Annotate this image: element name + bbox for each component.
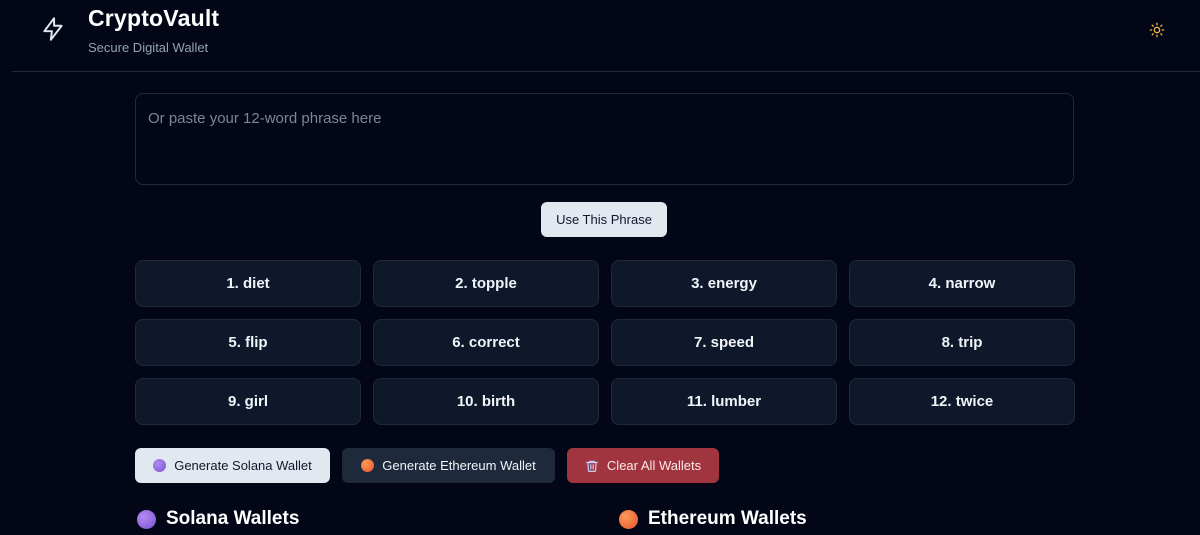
solana-wallets-heading: Solana Wallets [137, 508, 299, 530]
mnemonic-word: 10. birth [373, 378, 599, 425]
mnemonic-phrase-input[interactable] [135, 93, 1074, 185]
generate-ethereum-label: Generate Ethereum Wallet [382, 458, 536, 473]
app-subtitle: Secure Digital Wallet [88, 40, 209, 55]
mnemonic-word: 2. topple [373, 260, 599, 307]
mnemonic-word: 3. energy [611, 260, 837, 307]
mnemonic-word: 12. twice [849, 378, 1075, 425]
mnemonic-word: 5. flip [135, 319, 361, 366]
clear-all-wallets-button[interactable]: Clear All Wallets [567, 448, 719, 483]
sun-icon [1149, 22, 1165, 38]
theme-toggle-button[interactable] [1146, 19, 1168, 41]
app-title: CryptoVault [88, 5, 220, 31]
mnemonic-word: 4. narrow [849, 260, 1075, 307]
header-divider [12, 71, 1200, 72]
mnemonic-word: 8. trip [849, 319, 1075, 366]
use-phrase-button[interactable]: Use This Phrase [541, 202, 667, 237]
solana-icon [153, 459, 167, 472]
ethereum-icon [361, 459, 375, 472]
ethereum-wallets-heading: Ethereum Wallets [619, 508, 807, 530]
mnemonic-word: 11. lumber [611, 378, 837, 425]
solana-icon [137, 509, 156, 529]
lightning-bolt-icon [43, 17, 63, 41]
generate-solana-wallet-button[interactable]: Generate Solana Wallet [135, 448, 330, 483]
mnemonic-word: 7. speed [611, 319, 837, 366]
trash-icon [586, 460, 598, 472]
clear-all-label: Clear All Wallets [606, 458, 702, 473]
generate-solana-label: Generate Solana Wallet [174, 458, 312, 473]
ethereum-wallets-title: Ethereum Wallets [648, 508, 807, 529]
wallet-actions: Generate Solana Wallet Generate Ethereum… [135, 448, 719, 483]
generate-ethereum-wallet-button[interactable]: Generate Ethereum Wallet [342, 448, 555, 483]
ethereum-icon [619, 509, 638, 529]
solana-wallets-title: Solana Wallets [166, 508, 300, 529]
mnemonic-word: 1. diet [135, 260, 361, 307]
app-header: CryptoVault Secure Digital Wallet [0, 0, 1200, 72]
mnemonic-word-grid: 1. diet 2. topple 3. energy 4. narrow 5.… [135, 260, 1075, 425]
mnemonic-word: 6. correct [373, 319, 599, 366]
mnemonic-word: 9. girl [135, 378, 361, 425]
